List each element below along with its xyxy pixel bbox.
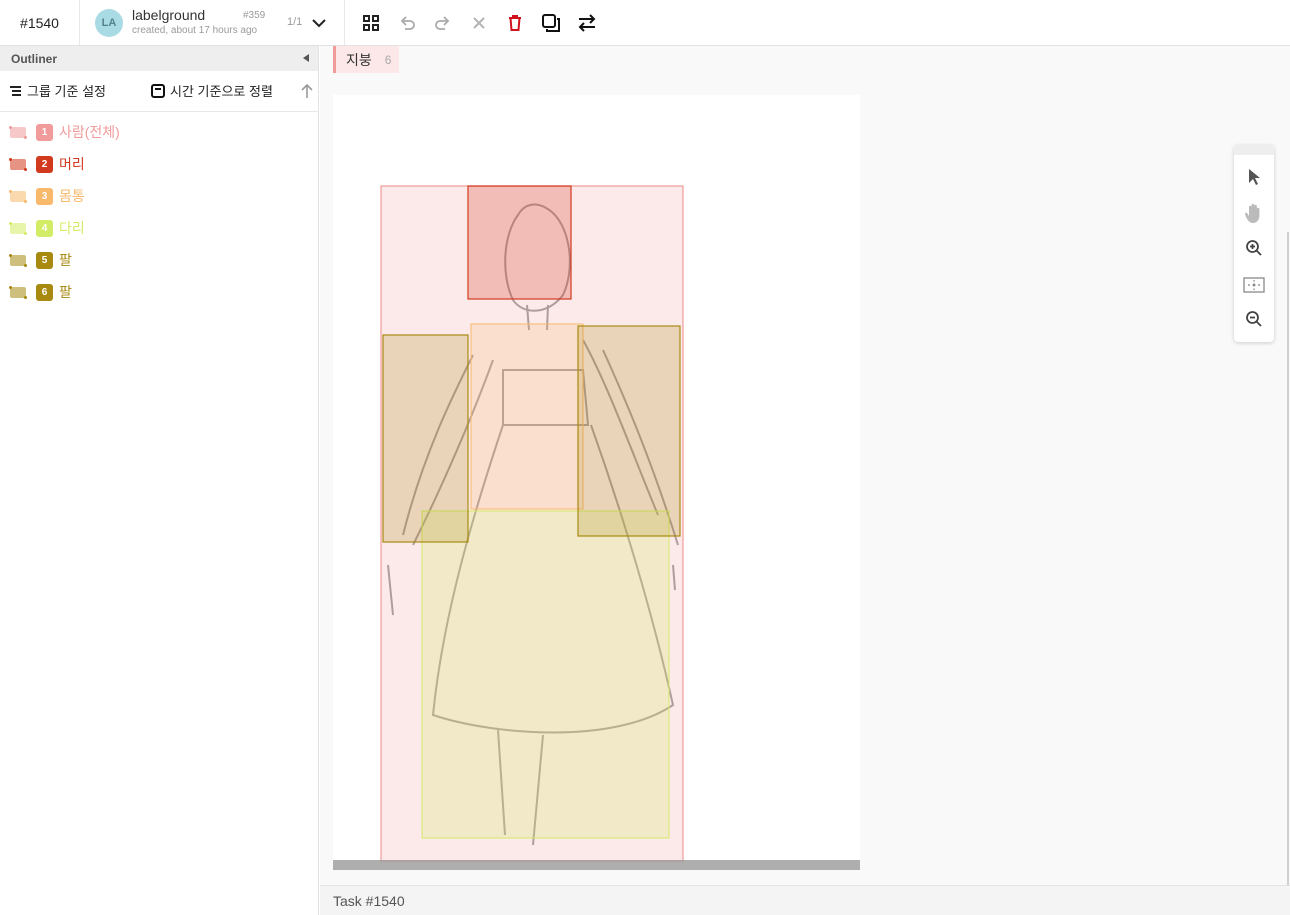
sidebar: Outliner 그룹 기준 설정 시간 기준으로 정렬 1 사람(전체) 2 머리 3… xyxy=(0,46,319,915)
annotation-image[interactable] xyxy=(333,95,860,870)
outliner-header: Outliner xyxy=(0,46,318,71)
zoom-in-icon[interactable] xyxy=(1243,237,1265,259)
footer-task-label: Task #1540 xyxy=(333,892,405,909)
zoom-out-icon[interactable] xyxy=(1243,308,1265,330)
copy-icon[interactable] xyxy=(540,12,562,34)
canvas-area: 지붕 6 xyxy=(320,46,1290,885)
bounding-box-icon xyxy=(9,252,29,268)
outliner-item[interactable]: 3 몸통 xyxy=(0,180,318,212)
item-number-badge: 2 xyxy=(36,155,53,173)
time-sort-label: 시간 기준으로 정렬 xyxy=(170,84,273,99)
user-block: LA labelground created, about 17 hours a… xyxy=(95,7,330,38)
top-bar: #1540 LA labelground created, about 17 h… xyxy=(0,0,1290,46)
grid-icon[interactable] xyxy=(360,12,382,34)
outliner-item[interactable]: 5팔 xyxy=(0,244,318,276)
footer: Task #1540 xyxy=(320,885,1290,915)
user-number: #359 xyxy=(243,10,266,21)
divider xyxy=(344,0,345,46)
item-label: 다리 xyxy=(59,220,85,236)
class-tag-count: 6 xyxy=(384,52,392,67)
box-arm-left xyxy=(382,334,469,543)
item-label: 팔 xyxy=(59,252,72,268)
redo-icon[interactable] xyxy=(432,12,454,34)
outliner-title: Outliner xyxy=(11,51,58,66)
bounding-box-icon xyxy=(9,220,29,236)
list-icon xyxy=(10,85,21,96)
swap-icon[interactable] xyxy=(576,12,598,34)
outliner-item[interactable]: 4 다리 xyxy=(0,212,318,244)
bounding-box-icon xyxy=(9,156,29,172)
item-number-badge: 1 xyxy=(36,123,53,141)
image-bottom-band xyxy=(333,860,860,870)
box-arm-right xyxy=(577,325,681,537)
close-icon[interactable] xyxy=(468,12,490,34)
user-name: labelground xyxy=(132,7,206,23)
outliner-item[interactable]: 6팔 xyxy=(0,276,318,308)
bounding-box-icon xyxy=(9,284,29,300)
box-head xyxy=(467,185,572,300)
item-number-badge: 5 xyxy=(36,251,53,269)
item-number-badge: 4 xyxy=(36,219,53,237)
class-tag[interactable]: 지붕 6 xyxy=(333,46,400,73)
outliner-item[interactable]: 2 머리 xyxy=(0,148,318,180)
item-number-badge: 3 xyxy=(36,187,53,205)
page-count: 1/1 xyxy=(287,16,303,28)
outliner-list: 1 사람(전체) 2 머리 3 몸통 4 다리 5 팔 6 팔 xyxy=(0,112,318,308)
undo-icon[interactable] xyxy=(396,12,418,34)
group-setting-button[interactable]: 그룹 기준 설정 xyxy=(9,81,106,100)
item-number-badge: 6 xyxy=(36,283,53,301)
outliner-item[interactable]: 1 사람(전체) xyxy=(0,116,318,148)
fit-icon[interactable] xyxy=(1243,274,1265,296)
bounding-box-icon xyxy=(9,124,29,140)
sort-row: 그룹 기준 설정 시간 기준으로 정렬 xyxy=(0,71,318,112)
trash-icon[interactable] xyxy=(504,12,526,34)
collapse-icon[interactable] xyxy=(303,54,309,62)
box-torso xyxy=(470,323,584,510)
item-label: 팔 xyxy=(59,284,72,300)
pointer-icon[interactable] xyxy=(1243,166,1265,188)
hand-icon[interactable] xyxy=(1243,202,1265,224)
avatar: LA xyxy=(95,9,123,37)
item-label: 사람(전체) xyxy=(59,124,120,140)
bounding-box-icon xyxy=(9,188,29,204)
checkbox-icon xyxy=(151,83,165,98)
zoom-panel xyxy=(1234,145,1274,342)
user-created-time: created, about 17 hours ago xyxy=(132,25,258,36)
chevron-down-icon[interactable] xyxy=(310,14,328,32)
scrollbar[interactable] xyxy=(1287,232,1289,885)
item-label: 몸통 xyxy=(59,188,85,204)
class-tag-label: 지붕 xyxy=(346,51,372,68)
box-legs xyxy=(421,510,670,839)
task-id: #1540 xyxy=(0,0,80,46)
group-setting-label: 그룹 기준 설정 xyxy=(27,84,106,99)
time-sort-button[interactable]: 시간 기준으로 정렬 xyxy=(151,81,273,100)
item-label: 머리 xyxy=(59,156,85,172)
sort-direction-icon[interactable] xyxy=(300,83,314,104)
